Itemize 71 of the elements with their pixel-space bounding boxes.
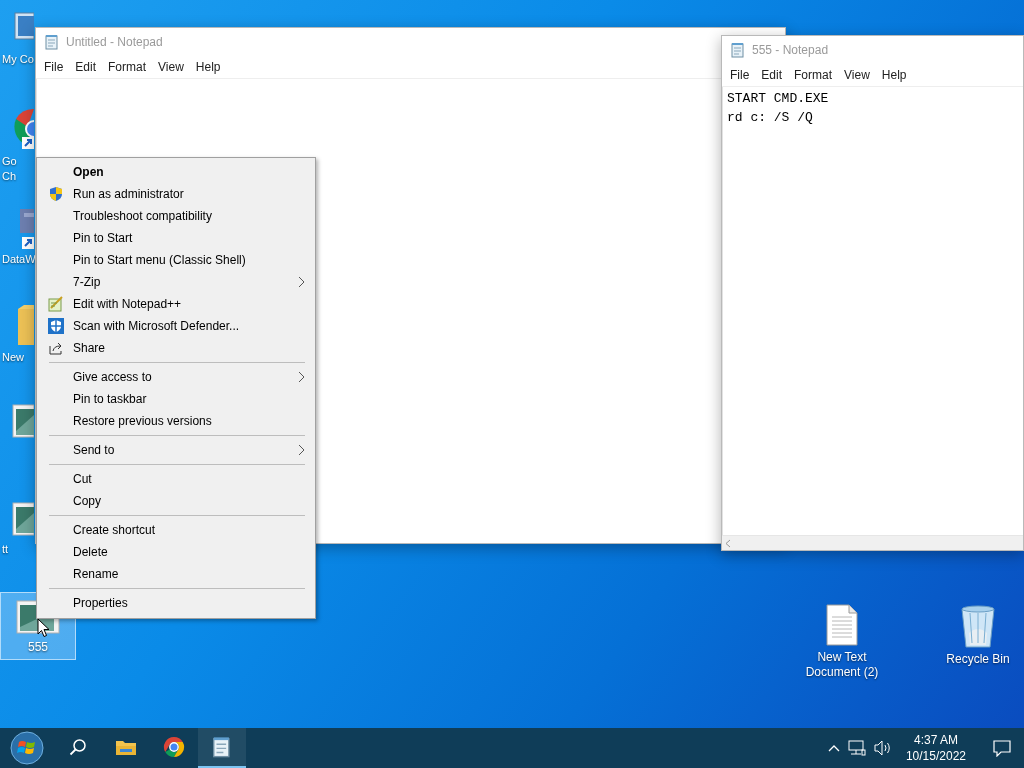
defender-shield-icon [48,318,64,334]
menu-item[interactable]: Scan with Microsoft Defender... [39,315,313,337]
menu-bar-item[interactable]: Edit [755,65,789,85]
icon-label: My Co [1,52,34,67]
notepad-icon [730,42,746,58]
folder-icon [16,303,34,347]
menu-item[interactable]: Troubleshoot compatibility [39,205,313,227]
menu-item[interactable]: Send to [39,439,313,461]
notepad-icon [211,736,233,758]
text-document-icon [825,603,859,647]
window-title: Untitled - Notepad [66,35,163,49]
network-icon[interactable] [847,740,866,756]
icon-label: Recycle Bin [946,652,1010,667]
text-line: START CMD.EXE [727,90,830,108]
share-icon [48,340,64,356]
menu-bar-item[interactable]: Edit [69,57,103,77]
menu-bar-item[interactable]: Format [788,65,839,85]
icon-label: Go [1,154,17,169]
text-line: rd c: /S /Q [727,109,814,127]
chevron-icon [298,371,305,383]
menu-bar-item[interactable]: Help [189,57,227,77]
icon-label: tt [1,542,9,557]
menu-item[interactable]: Copy [39,490,313,512]
speech-bubble-icon [993,739,1011,757]
window-title: 555 - Notepad [752,43,829,57]
shield-icon [48,186,64,202]
menu-item[interactable]: Pin to Start [39,227,313,249]
desktop-icon[interactable]: New Text Document (2) [804,598,880,682]
desktop-icon[interactable]: Recycle Bin [940,598,1016,682]
icon-label: Document (2) [805,665,879,680]
menu-item[interactable]: Open [39,161,313,183]
chevron-up-icon[interactable] [827,744,840,752]
clock-date: 10/15/2022 [905,749,966,763]
speaker-icon[interactable] [873,740,892,756]
menu-item[interactable]: Restore previous versions [39,410,313,432]
icon-label: 555 [28,640,48,655]
menu-item[interactable]: Edit with Notepad++ [39,293,313,315]
menu-bar-item[interactable]: View [838,65,876,85]
menu-bar-item[interactable]: Format [102,57,153,77]
recycle-bin-icon [959,603,997,649]
menu-item[interactable]: Delete [39,541,313,563]
icon-label: Ch [1,169,17,184]
search-icon [69,738,87,756]
menu-item[interactable]: Rename [39,563,313,585]
menu-bar-item[interactable]: Help [875,65,913,85]
menu-bar-item[interactable]: View [152,57,190,77]
clock-time: 4:37 AM [913,733,958,747]
menu-bar-item[interactable]: File [38,57,70,77]
icon-label: New [1,350,24,365]
icon-label: DataW [1,252,36,267]
menu-item[interactable]: Cut [39,468,313,490]
horizontal-scrollbar[interactable] [722,535,1023,550]
cursor-icon [37,618,50,638]
menu-item[interactable]: Pin to Start menu (Classic Shell) [39,249,313,271]
menu-item[interactable]: Give access to [39,366,313,388]
icon-label: New Text [817,650,867,665]
notepad-icon [44,34,60,50]
chevron-icon [298,444,305,456]
menu-item[interactable]: 7-Zip [39,271,313,293]
menu-item[interactable]: Pin to taskbar [39,388,313,410]
menu-item[interactable]: Share [39,337,313,359]
chrome-icon [163,736,185,758]
taskbar-button[interactable] [198,728,246,768]
windows-orb-icon [10,731,44,765]
folder-icon [115,738,137,756]
menu-bar-item[interactable]: File [724,65,756,85]
menu-item[interactable]: Create shortcut [39,519,313,541]
notepad-plus-icon [48,296,64,312]
clock[interactable]: 4:37 AM 10/15/2022 [899,733,972,763]
chevron-icon [298,276,305,288]
menu-item[interactable]: Run as administrator [39,183,313,205]
